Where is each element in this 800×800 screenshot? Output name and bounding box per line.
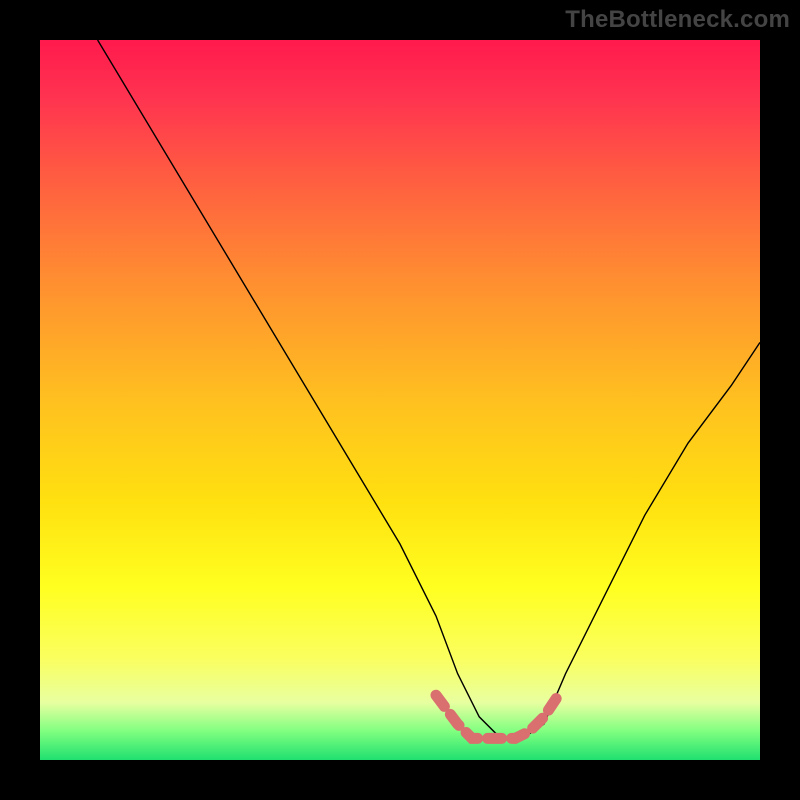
chart-frame: TheBottleneck.com bbox=[0, 0, 800, 800]
bottleneck-curve-path bbox=[98, 40, 760, 738]
plot-area bbox=[40, 40, 760, 760]
watermark-text: TheBottleneck.com bbox=[565, 6, 790, 34]
confidence-band-path bbox=[436, 695, 558, 738]
chart-svg bbox=[40, 40, 760, 760]
